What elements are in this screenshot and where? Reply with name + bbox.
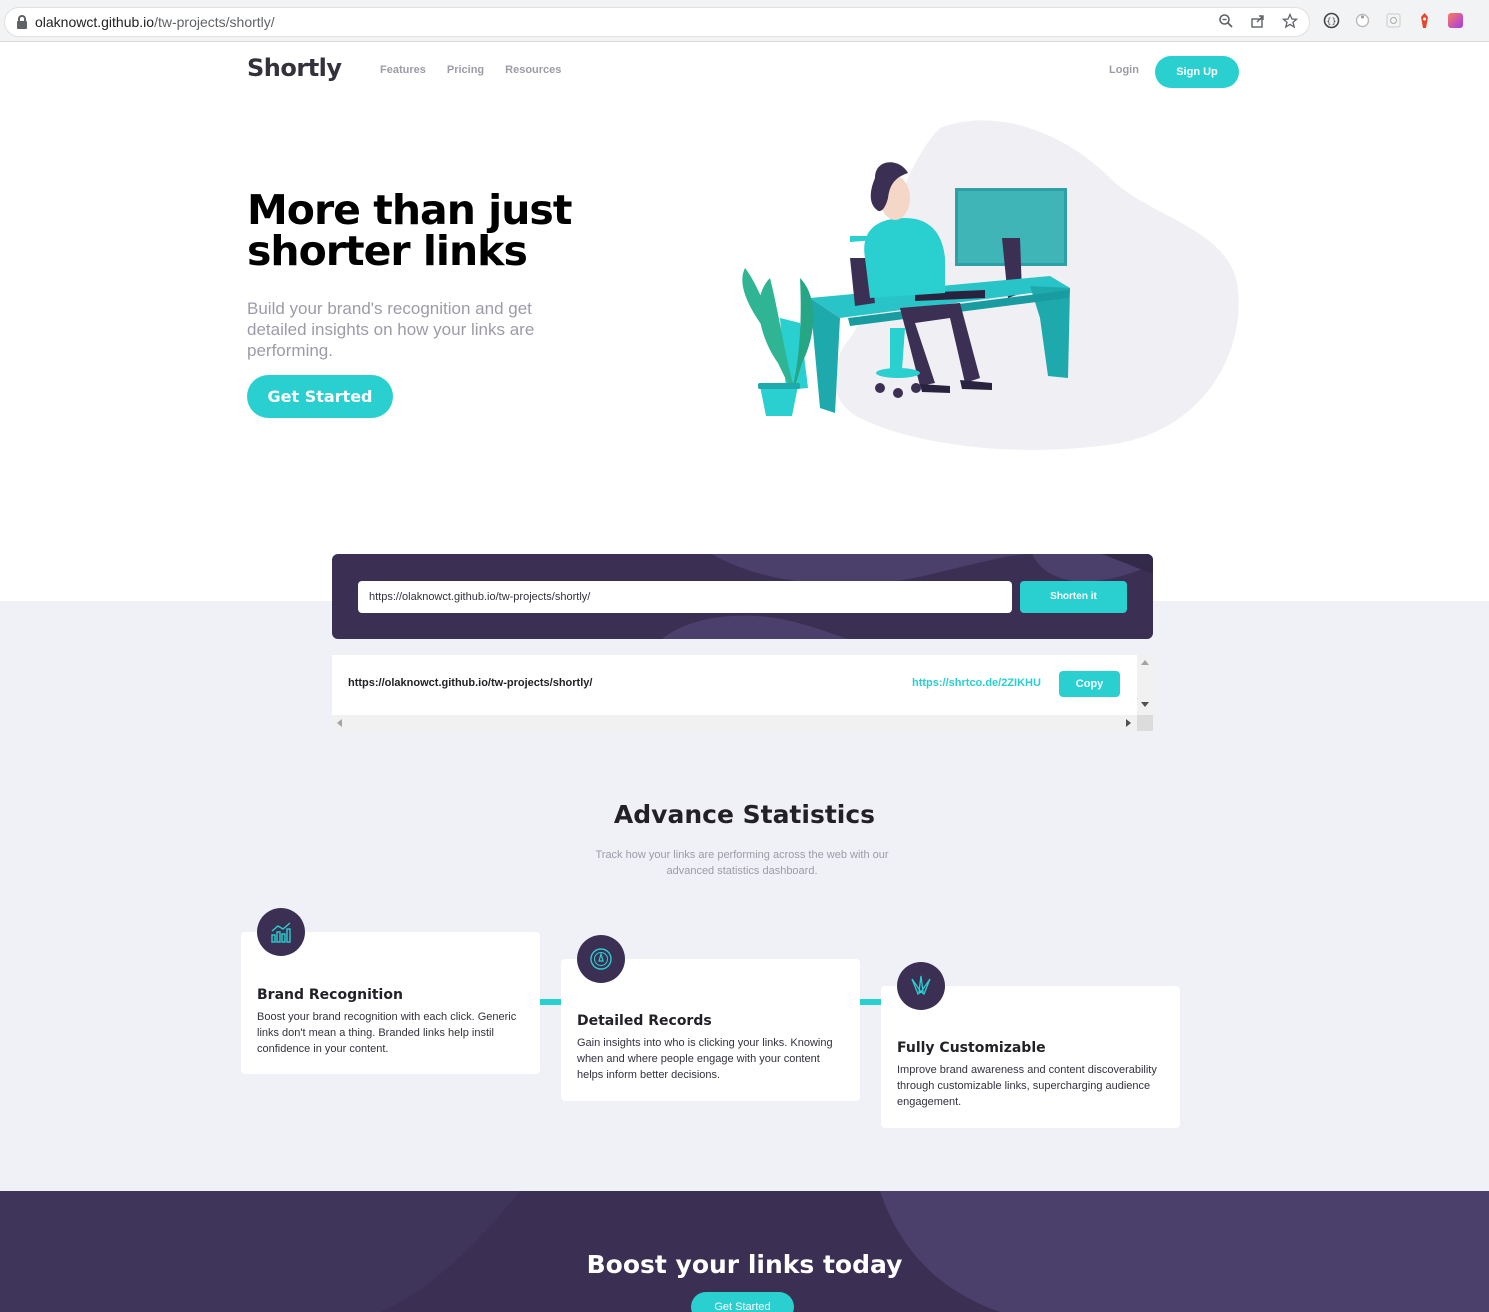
scroll-corner (1137, 715, 1153, 731)
url-domain: olaknowct.github.io (35, 14, 155, 30)
shorten-input[interactable] (358, 581, 1012, 613)
get-started-button[interactable]: Get Started (247, 375, 393, 418)
horizontal-scrollbar[interactable] (332, 715, 1137, 731)
address-bar[interactable]: olaknowct.github.io/tw-projects/shortly/ (4, 7, 1310, 37)
nav-resources[interactable]: Resources (505, 64, 561, 76)
vertical-scrollbar[interactable] (1137, 655, 1153, 715)
svg-text:{}: {} (1326, 17, 1336, 26)
card-text: Gain insights into who is clicking your … (577, 1037, 833, 1081)
extension-3-icon[interactable] (1384, 11, 1403, 30)
hero-title: More than just shorter links (247, 186, 572, 275)
result-list[interactable]: https://olaknowct.github.io/tw-projects/… (332, 655, 1153, 731)
card-title: Brand Recognition (257, 987, 403, 1003)
main-nav: Features Pricing Resources (380, 64, 561, 76)
boost-get-started-button[interactable]: Get Started (691, 1292, 794, 1312)
zoom-icon[interactable] (1217, 13, 1235, 31)
card-connector (540, 999, 561, 1005)
extension-5-icon[interactable] (1446, 11, 1465, 30)
short-url[interactable]: https://shrtco.de/2ZIKHU (912, 677, 1041, 689)
original-url: https://olaknowct.github.io/tw-projects/… (348, 677, 593, 689)
nav-pricing[interactable]: Pricing (447, 64, 484, 76)
card-text: Boost your brand recognition with each c… (257, 1011, 517, 1055)
boost-title: Boost your links today (586, 1250, 903, 1279)
login-link[interactable]: Login (1109, 64, 1139, 76)
scroll-up-icon[interactable] (1141, 660, 1149, 665)
lock-icon[interactable] (17, 15, 27, 29)
stats-title: Advance Statistics (613, 800, 876, 829)
signup-button[interactable]: Sign Up (1155, 56, 1239, 88)
hero-subtitle: Build your brand's recognition and get d… (247, 299, 535, 360)
browser-toolbar: olaknowct.github.io/tw-projects/shortly/… (0, 0, 1489, 42)
stats-subtitle: Track how your links are performing acro… (595, 849, 889, 877)
result-row: https://olaknowct.github.io/tw-projects/… (332, 655, 1137, 713)
brand-recognition-icon (257, 908, 305, 956)
extension-1-icon[interactable]: {} (1322, 11, 1341, 30)
card-connector (860, 999, 881, 1005)
scroll-left-icon[interactable] (337, 719, 342, 727)
copy-button[interactable]: Copy (1059, 671, 1120, 697)
hero-illustration (730, 118, 1250, 453)
card-title: Detailed Records (577, 1013, 712, 1029)
card-title: Fully Customizable (897, 1040, 1046, 1056)
share-icon[interactable] (1249, 13, 1267, 31)
star-icon[interactable] (1281, 12, 1299, 31)
scroll-right-icon[interactable] (1126, 719, 1131, 727)
shorten-button[interactable]: Shorten it (1020, 581, 1127, 613)
extension-4-icon[interactable] (1415, 11, 1434, 30)
logo[interactable]: Shortly (247, 54, 342, 82)
url-path: /tw-projects/shortly/ (154, 14, 275, 30)
scroll-down-icon[interactable] (1141, 702, 1149, 707)
extension-2-icon[interactable] (1353, 11, 1372, 30)
fully-customizable-icon (897, 962, 945, 1010)
detailed-records-icon (577, 935, 625, 983)
card-text: Improve brand awareness and content disc… (897, 1064, 1157, 1108)
nav-features[interactable]: Features (380, 64, 426, 76)
address-bar-url[interactable]: olaknowct.github.io/tw-projects/shortly/ (35, 14, 275, 30)
